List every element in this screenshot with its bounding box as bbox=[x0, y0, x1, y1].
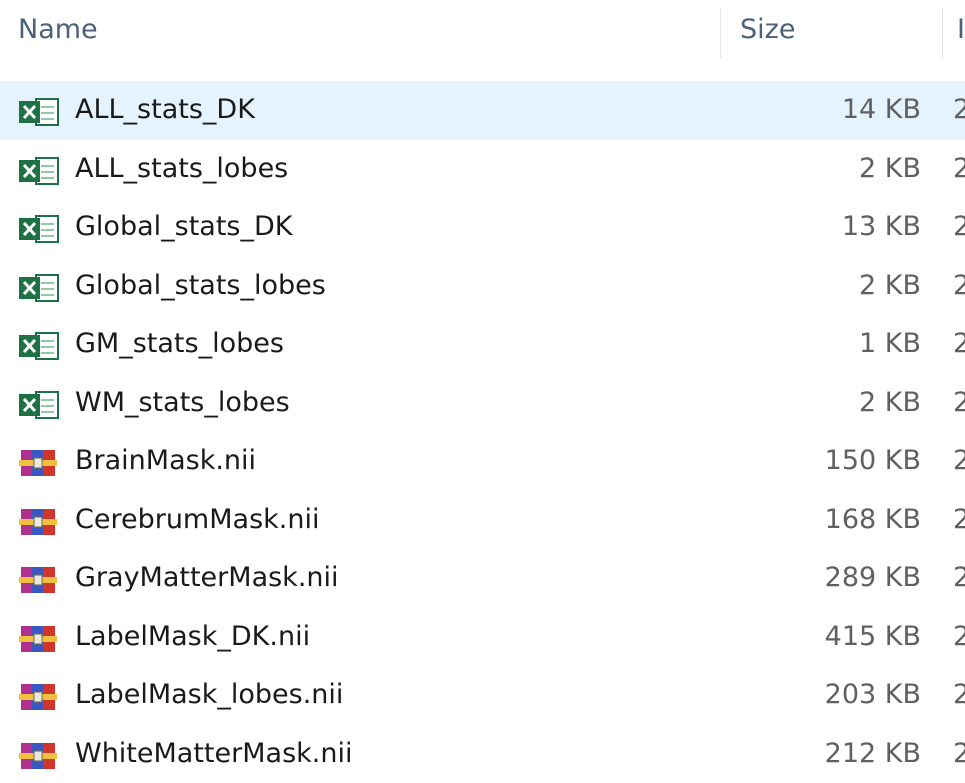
file-row[interactable]: GrayMatterMask.nii 289 KB 2 bbox=[0, 549, 965, 608]
file-date-modified: 2 bbox=[953, 387, 965, 418]
file-name: LabelMask_DK.nii bbox=[75, 621, 310, 652]
file-date-modified: 2 bbox=[953, 94, 965, 125]
excel-csv-icon bbox=[17, 331, 61, 361]
file-size: 203 KB bbox=[825, 679, 921, 710]
column-header-date-modified[interactable]: I bbox=[957, 14, 965, 45]
winrar-archive-icon bbox=[17, 507, 61, 537]
file-size: 13 KB bbox=[842, 211, 921, 242]
file-name: Global_stats_lobes bbox=[75, 270, 326, 301]
file-date-modified: 2 bbox=[953, 738, 965, 769]
file-name: GrayMatterMask.nii bbox=[75, 562, 339, 593]
file-row[interactable]: ALL_stats_lobes 2 KB 2 bbox=[0, 140, 965, 199]
column-header-size[interactable]: Size bbox=[740, 14, 795, 45]
file-size: 415 KB bbox=[825, 621, 921, 652]
file-list: ALL_stats_DK14 KB2ALL_stats_lobes2 KB2Gl… bbox=[0, 81, 965, 783]
file-size: 14 KB bbox=[842, 94, 921, 125]
excel-csv-icon bbox=[17, 390, 61, 420]
file-name: WhiteMatterMask.nii bbox=[75, 738, 352, 769]
column-header: Name Size I bbox=[0, 0, 965, 62]
excel-csv-icon bbox=[17, 156, 61, 186]
file-row[interactable]: WM_stats_lobes 2 KB 2 bbox=[0, 374, 965, 433]
file-size: 150 KB bbox=[825, 445, 921, 476]
winrar-archive-icon bbox=[17, 624, 61, 654]
excel-csv-icon bbox=[17, 214, 61, 244]
file-date-modified: 2 bbox=[953, 211, 965, 242]
file-name: Global_stats_DK bbox=[75, 211, 292, 242]
winrar-archive-icon bbox=[17, 448, 61, 478]
file-row[interactable]: ALL_stats_DK 14 KB 2 bbox=[0, 81, 965, 140]
file-row[interactable]: LabelMask_DK.nii 415 KB 2 bbox=[0, 608, 965, 667]
file-name: CerebrumMask.nii bbox=[75, 504, 319, 535]
file-date-modified: 2 bbox=[953, 153, 965, 184]
column-divider[interactable] bbox=[942, 8, 943, 58]
file-size: 289 KB bbox=[825, 562, 921, 593]
file-row[interactable]: CerebrumMask.nii 168 KB 2 bbox=[0, 491, 965, 550]
winrar-archive-icon bbox=[17, 682, 61, 712]
file-size: 2 KB bbox=[859, 270, 921, 301]
file-date-modified: 2 bbox=[953, 270, 965, 301]
excel-csv-icon bbox=[17, 273, 61, 303]
file-date-modified: 2 bbox=[953, 504, 965, 535]
winrar-archive-icon bbox=[17, 565, 61, 595]
file-row[interactable]: LabelMask_lobes.nii 203 KB 2 bbox=[0, 666, 965, 725]
file-size: 2 KB bbox=[859, 387, 921, 418]
file-size: 2 KB bbox=[859, 153, 921, 184]
file-date-modified: 2 bbox=[953, 445, 965, 476]
column-header-name[interactable]: Name bbox=[18, 14, 98, 45]
file-row[interactable]: GM_stats_lobes 1 KB 2 bbox=[0, 315, 965, 374]
file-date-modified: 2 bbox=[953, 621, 965, 652]
file-date-modified: 2 bbox=[953, 328, 965, 359]
file-row[interactable]: Global_stats_lobes 2 KB 2 bbox=[0, 257, 965, 316]
column-divider[interactable] bbox=[720, 8, 721, 58]
file-size: 168 KB bbox=[825, 504, 921, 535]
file-name: ALL_stats_DK bbox=[75, 94, 255, 125]
file-date-modified: 2 bbox=[953, 562, 965, 593]
excel-csv-icon bbox=[17, 97, 61, 127]
file-date-modified: 2 bbox=[953, 679, 965, 710]
winrar-archive-icon bbox=[17, 741, 61, 771]
file-name: LabelMask_lobes.nii bbox=[75, 679, 343, 710]
file-name: WM_stats_lobes bbox=[75, 387, 290, 418]
file-size: 212 KB bbox=[825, 738, 921, 769]
file-name: ALL_stats_lobes bbox=[75, 153, 288, 184]
file-row[interactable]: WhiteMatterMask.nii 212 KB 2 bbox=[0, 725, 965, 783]
file-row[interactable]: Global_stats_DK 13 KB 2 bbox=[0, 198, 965, 257]
file-row[interactable]: BrainMask.nii 150 KB 2 bbox=[0, 432, 965, 491]
file-name: BrainMask.nii bbox=[75, 445, 256, 476]
file-name: GM_stats_lobes bbox=[75, 328, 284, 359]
file-size: 1 KB bbox=[859, 328, 921, 359]
